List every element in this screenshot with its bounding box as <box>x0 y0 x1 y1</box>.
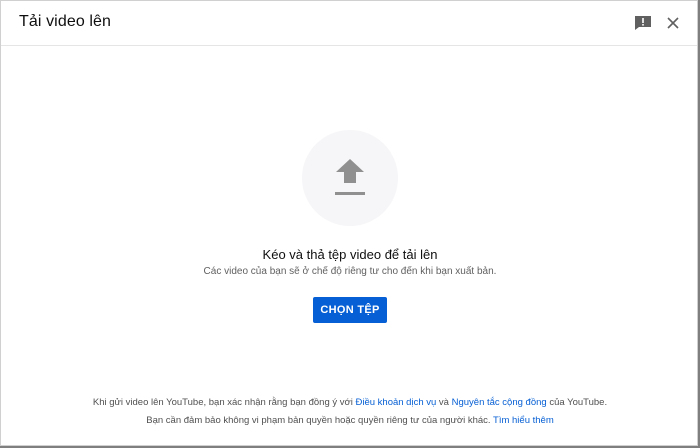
feedback-icon <box>635 16 651 30</box>
close-icon <box>667 17 679 29</box>
select-files-button[interactable]: CHỌN TỆP <box>313 297 387 323</box>
dialog-title: Tải video lên <box>19 13 112 30</box>
terms-notice-text: Khi gửi video lên YouTube, bạn xác nhận … <box>92 397 356 408</box>
drag-drop-label: Kéo và thả tệp video để tải lên <box>262 247 438 262</box>
community-guidelines-link[interactable]: Nguyên tắc cộng đồng <box>452 397 547 408</box>
upload-dialog: Tải video lên Kéo và thả tệp video để tả… <box>0 0 698 446</box>
dialog-header: Tải video lên <box>1 1 697 46</box>
upload-arrow-icon <box>335 159 365 195</box>
close-button[interactable] <box>664 14 682 32</box>
learn-more-link[interactable]: Tìm hiểu thêm <box>493 415 554 426</box>
copyright-notice-text: Bạn cần đảm bảo không vi phạm bản quyền … <box>146 415 494 426</box>
privacy-note: Các video của bạn sẽ ở chế độ riêng tư c… <box>203 266 497 277</box>
terms-notice-and: và <box>436 397 452 408</box>
feedback-button[interactable] <box>634 15 652 31</box>
terms-notice-suffix: của YouTube. <box>546 397 608 408</box>
terms-of-service-link[interactable]: Điều khoản dịch vụ <box>355 397 436 408</box>
copyright-notice: Bạn cần đảm bảo không vi phạm bản quyền … <box>1 415 699 426</box>
terms-notice: Khi gửi video lên YouTube, bạn xác nhận … <box>1 397 699 408</box>
